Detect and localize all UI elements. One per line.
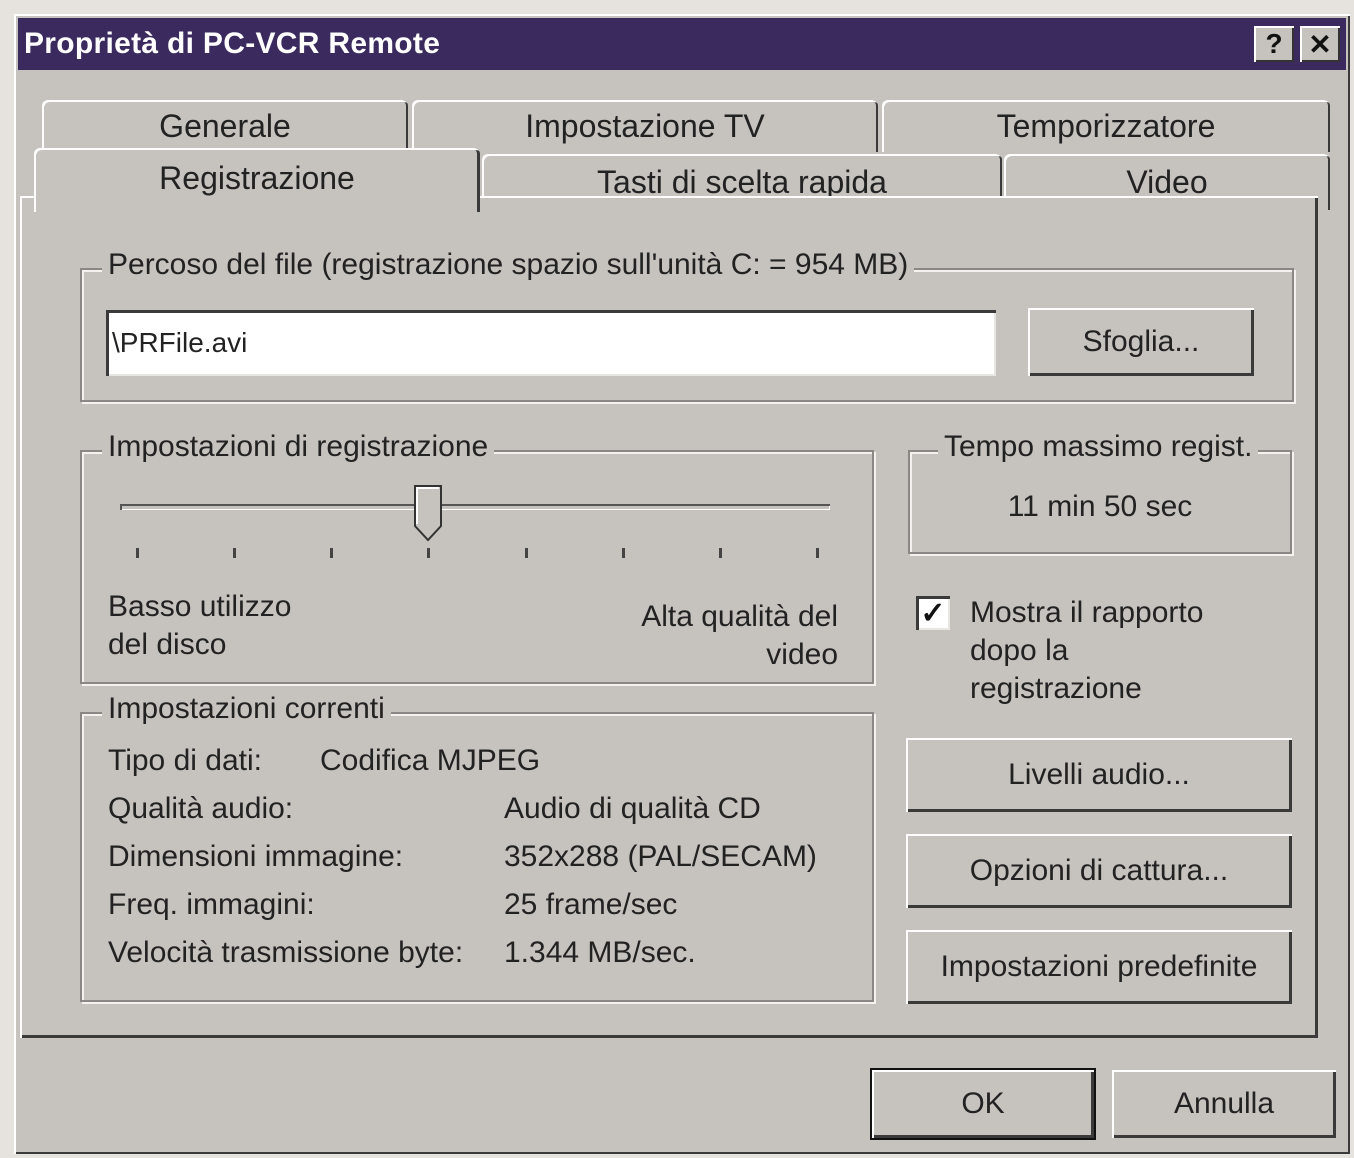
slider-tick (136, 548, 139, 558)
tab-impostazione-tv[interactable]: Impostazione TV (412, 100, 878, 152)
default-settings-button[interactable]: Impostazioni predefinite (906, 930, 1292, 1004)
show-report-label-1: Mostra il rapporto (970, 596, 1204, 629)
file-path-input[interactable]: \PRFile.avi (106, 310, 996, 376)
max-time-value: 11 min 50 sec (1007, 490, 1193, 523)
slider-tick (233, 548, 237, 558)
cancel-button[interactable]: Annulla (1112, 1070, 1336, 1138)
title-bar[interactable]: Proprietà di PC-VCR Remote ? ✕ (18, 18, 1346, 70)
tab-generale[interactable]: Generale (42, 100, 408, 152)
low-disk-label-1: Basso utilizzo (108, 590, 292, 623)
help-button[interactable]: ? (1254, 26, 1294, 62)
quality-slider-thumb[interactable] (413, 484, 443, 542)
high-quality-label-1: Alta qualità del (641, 600, 838, 633)
slider-tick (524, 548, 528, 558)
current-settings-legend: Impostazioni correnti (102, 692, 391, 726)
data-type-label: Tipo di dati: (108, 744, 262, 777)
tab-registrazione[interactable]: Registrazione (34, 148, 480, 212)
audio-levels-label: Livelli audio... (1008, 758, 1190, 791)
low-disk-label-2: del disco (108, 628, 227, 661)
frame-rate-value: 25 frame/sec (504, 888, 678, 921)
frame-rate-label: Freq. immagini: (108, 888, 315, 921)
browse-button-label: Sfoglia... (1082, 325, 1200, 358)
audio-quality-label: Qualità audio: (108, 792, 294, 825)
slider-tick (330, 548, 334, 558)
show-report-label-2: dopo la (970, 634, 1069, 667)
slider-tick (718, 548, 722, 558)
close-button[interactable]: ✕ (1300, 26, 1340, 62)
capture-options-button[interactable]: Opzioni di cattura... (906, 834, 1292, 908)
max-time-legend: Tempo massimo regist. (938, 430, 1259, 464)
capture-options-label: Opzioni di cattura... (969, 854, 1229, 887)
recording-settings-legend: Impostazioni di registrazione (102, 430, 495, 464)
file-path-legend: Percoso del file (registrazione spazio s… (102, 248, 915, 282)
default-settings-label: Impostazioni predefinite (940, 950, 1258, 983)
audio-levels-button[interactable]: Livelli audio... (906, 738, 1292, 812)
close-icon: ✕ (1308, 28, 1332, 60)
show-report-label-3: registrazione (970, 672, 1142, 705)
image-size-value: 352x288 (PAL/SECAM) (504, 840, 817, 873)
slider-tick (816, 548, 819, 558)
ok-button[interactable]: OK (872, 1070, 1094, 1138)
tab-temporizzatore[interactable]: Temporizzatore (882, 100, 1330, 152)
byte-rate-value: 1.344 MB/sec. (504, 936, 696, 969)
byte-rate-label: Velocità trasmissione byte: (108, 936, 464, 969)
high-quality-label-2: video (766, 638, 838, 671)
slider-tick (621, 548, 625, 558)
audio-quality-value: Audio di qualità CD (504, 792, 761, 825)
show-report-checkbox[interactable]: ✓ (916, 596, 950, 630)
data-type-value: Codifica MJPEG (320, 744, 541, 777)
slider-tick (427, 548, 431, 558)
browse-button[interactable]: Sfoglia... (1028, 308, 1254, 376)
image-size-label: Dimensioni immagine: (108, 840, 404, 873)
checkmark-icon: ✓ (920, 596, 946, 630)
ok-label: OK (961, 1087, 1005, 1120)
window-title: Proprietà di PC-VCR Remote (24, 27, 441, 60)
quality-slider-track[interactable] (120, 504, 830, 510)
cancel-label: Annulla (1173, 1087, 1275, 1120)
